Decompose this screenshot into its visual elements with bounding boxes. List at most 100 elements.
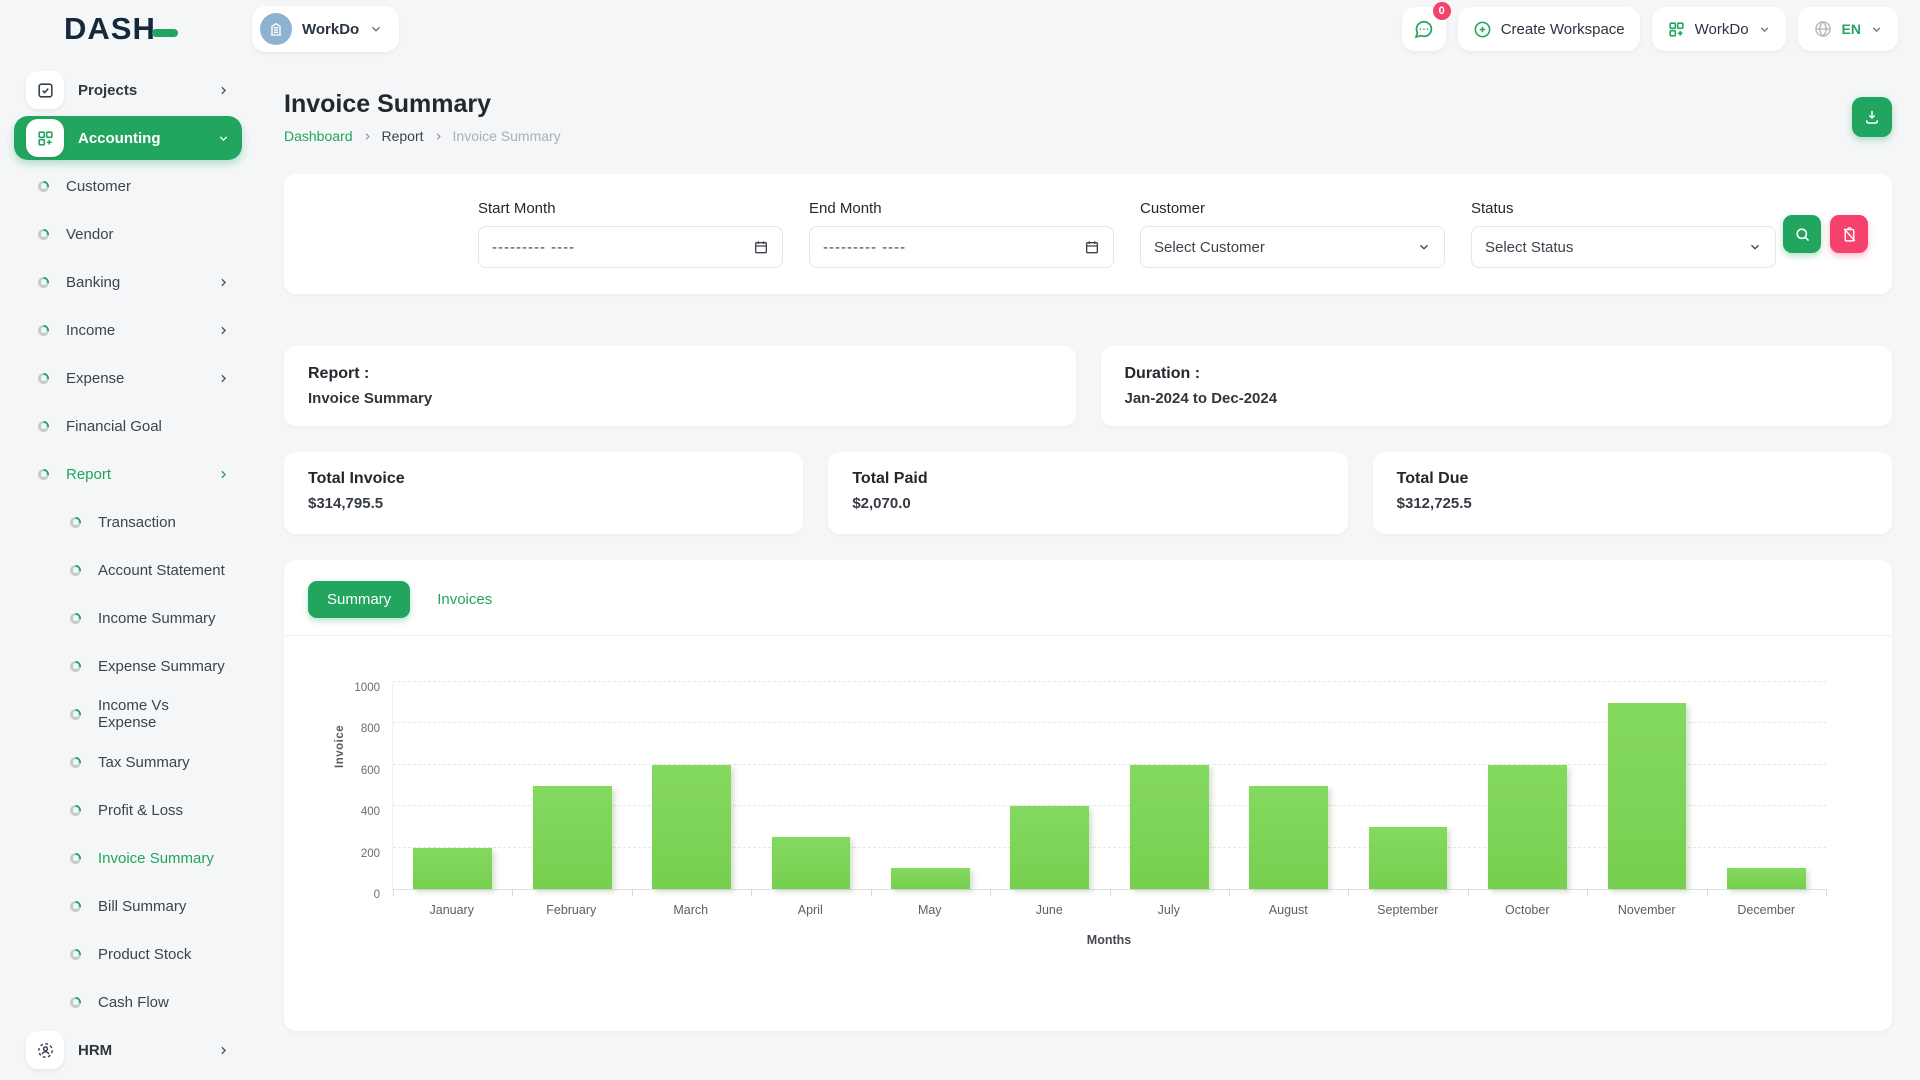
workdo-menu-button[interactable]: WorkDo — [1652, 7, 1786, 51]
start-month-label: Start Month — [478, 200, 783, 217]
sidebar-item-cash-flow[interactable]: Cash Flow — [14, 980, 242, 1024]
x-tick-label-december: December — [1707, 903, 1827, 917]
sidebar-item-label: Income — [66, 322, 115, 339]
sidebar-item-financial-goal[interactable]: Financial Goal — [14, 404, 242, 448]
sidebar-item-banking[interactable]: Banking — [14, 260, 242, 304]
x-tick-mark — [512, 889, 513, 896]
sidebar-item-transaction[interactable]: Transaction — [14, 500, 242, 544]
sidebar-item-hrm[interactable]: HRM — [14, 1028, 242, 1072]
stat-label: Total Invoice — [308, 470, 779, 488]
filter-panel: Start Month --------- ---- End Month ---… — [284, 174, 1892, 294]
sidebar-item-account-statement[interactable]: Account Statement — [14, 548, 242, 592]
language-selector[interactable]: EN — [1798, 7, 1898, 51]
bar-december — [1727, 868, 1806, 889]
logo-text: DASH — [64, 11, 156, 47]
sidebar-item-label: Expense Summary — [98, 658, 225, 675]
stat-card-total-due: Total Due$312,725.5 — [1373, 452, 1892, 534]
sidebar-item-invoice-summary[interactable]: Invoice Summary — [14, 836, 242, 880]
sidebar-item-tax-summary[interactable]: Tax Summary — [14, 740, 242, 784]
apply-filter-button[interactable] — [1783, 215, 1821, 253]
bullet-icon — [70, 805, 81, 816]
sidebar-item-income-vs-expense[interactable]: Income Vs Expense — [14, 692, 242, 736]
report-info-card: Report : Invoice Summary — [284, 346, 1076, 426]
bullet-icon — [38, 373, 49, 384]
tab-invoices[interactable]: Invoices — [418, 581, 511, 618]
customer-select-value: Select Customer — [1154, 239, 1265, 256]
grid-plus-icon — [1667, 20, 1686, 39]
circle-plus-icon — [1473, 20, 1492, 39]
sidebar-item-label: Account Statement — [98, 562, 225, 579]
bar-october — [1488, 765, 1567, 889]
messages-button[interactable]: 0 — [1402, 7, 1446, 51]
x-tick-label-april: April — [751, 903, 871, 917]
sidebar-item-projects[interactable]: Projects — [14, 68, 242, 112]
chevron-right-icon — [217, 324, 230, 337]
sidebar-item-label: Product Stock — [98, 946, 191, 963]
x-tick-label-march: March — [631, 903, 751, 917]
sidebar-item-label: HRM — [78, 1042, 112, 1059]
sidebar-item-label: Cash Flow — [98, 994, 169, 1011]
x-tick-label-august: August — [1229, 903, 1349, 917]
sidebar-item-expense[interactable]: Expense — [14, 356, 242, 400]
sidebar-item-customer[interactable]: Customer — [14, 164, 242, 208]
x-tick-mark — [751, 889, 752, 896]
bar-november — [1608, 703, 1687, 889]
bar-column-january — [393, 682, 512, 889]
sidebar-item-expense-summary[interactable]: Expense Summary — [14, 644, 242, 688]
bar-column-june — [990, 682, 1109, 889]
y-tick-label: 200 — [361, 848, 380, 860]
sidebar-item-vendor[interactable]: Vendor — [14, 212, 242, 256]
sidebar-item-product-stock[interactable]: Product Stock — [14, 932, 242, 976]
bar-column-march — [632, 682, 751, 889]
x-tick-label-february: February — [512, 903, 632, 917]
download-button[interactable] — [1852, 97, 1892, 137]
x-tick-mark — [1468, 889, 1469, 896]
bar-column-november — [1587, 682, 1706, 889]
breadcrumb-item-report[interactable]: Report — [382, 128, 424, 144]
chevron-right-icon — [217, 1044, 230, 1057]
calendar-icon — [1084, 239, 1100, 255]
bar-column-february — [512, 682, 631, 889]
sidebar-item-income[interactable]: Income — [14, 308, 242, 352]
sidebar-item-label: Vendor — [66, 226, 114, 243]
y-axis-title: Invoice — [334, 725, 346, 768]
language-label: EN — [1842, 21, 1861, 37]
customer-field: Customer Select Customer — [1140, 200, 1445, 268]
breadcrumb-item-dashboard[interactable]: Dashboard — [284, 128, 353, 144]
x-tick-mark — [1229, 889, 1230, 896]
bar-may — [891, 868, 970, 889]
bullet-icon — [38, 229, 49, 240]
y-tick-label: 800 — [361, 723, 380, 735]
x-tick-mark — [632, 889, 633, 896]
duration-value: Jan-2024 to Dec-2024 — [1125, 390, 1869, 407]
sidebar-item-label: Customer — [66, 178, 131, 195]
sidebar-item-profit-loss[interactable]: Profit & Loss — [14, 788, 242, 832]
sidebar-item-bill-summary[interactable]: Bill Summary — [14, 884, 242, 928]
summary-tabs: SummaryInvoices — [308, 581, 1868, 618]
create-workspace-button[interactable]: Create Workspace — [1458, 7, 1640, 51]
status-select[interactable]: Select Status — [1471, 226, 1776, 268]
chevron-down-icon — [217, 132, 230, 145]
end-month-input[interactable]: --------- ---- — [809, 226, 1114, 268]
x-tick-label-may: May — [870, 903, 990, 917]
sidebar-item-label: Banking — [66, 274, 120, 291]
x-tick-mark — [1110, 889, 1111, 896]
sidebar-item-income-summary[interactable]: Income Summary — [14, 596, 242, 640]
sidebar-item-label: Projects — [78, 82, 137, 99]
sidebar-item-report[interactable]: Report — [14, 452, 242, 496]
sidebar-item-accounting[interactable]: Accounting — [14, 116, 242, 160]
reset-filter-button[interactable] — [1830, 215, 1868, 253]
customer-select[interactable]: Select Customer — [1140, 226, 1445, 268]
end-month-label: End Month — [809, 200, 1114, 217]
workspace-switcher[interactable]: WorkDo — [252, 6, 399, 52]
bullet-icon — [70, 901, 81, 912]
bar-august — [1249, 786, 1328, 890]
sidebar-item-label: Income Vs Expense — [98, 697, 230, 731]
start-month-input[interactable]: --------- ---- — [478, 226, 783, 268]
main-content: Invoice Summary Dashboard Report Invoice S… — [252, 58, 1920, 1080]
dash-logo[interactable]: DASH — [0, 11, 252, 47]
page-title: Invoice Summary — [284, 90, 561, 119]
y-tick-label: 400 — [361, 806, 380, 818]
report-value: Invoice Summary — [308, 390, 1052, 407]
tab-summary[interactable]: Summary — [308, 581, 410, 618]
